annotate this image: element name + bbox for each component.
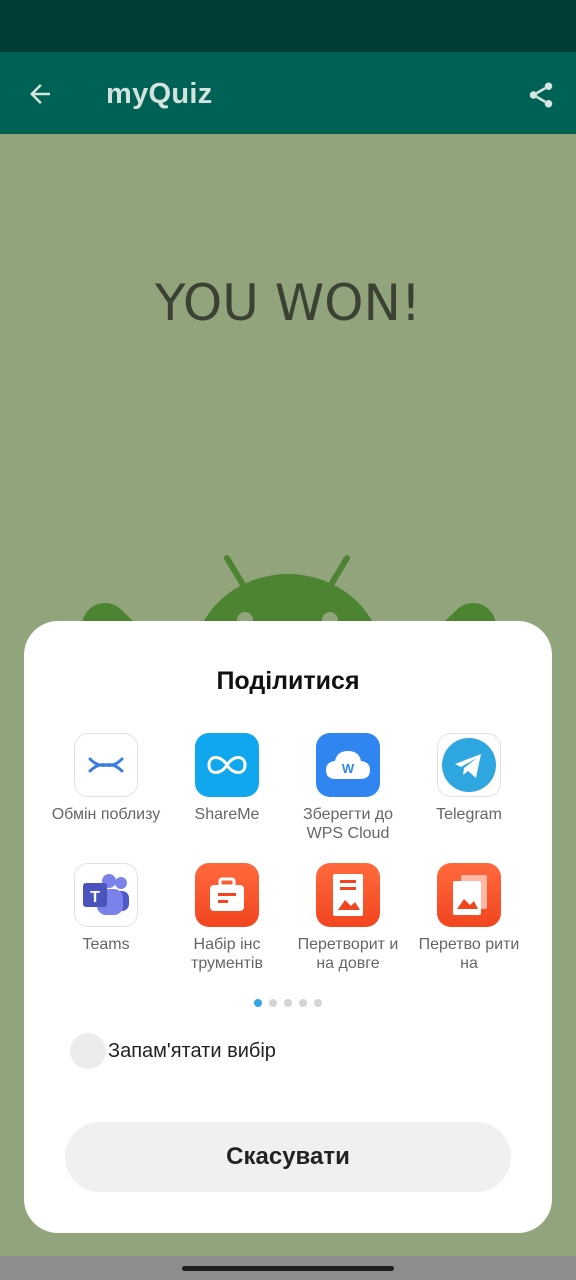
status-bar <box>0 0 576 52</box>
svg-text:W: W <box>342 761 355 776</box>
convert-image-icon <box>437 863 501 927</box>
share-app-toolbox[interactable]: Набір інс трументів <box>167 863 287 973</box>
share-app-teams[interactable]: T Teams <box>46 863 166 954</box>
share-button[interactable] <box>522 76 560 114</box>
svg-text:T: T <box>90 889 100 906</box>
shareme-icon <box>195 733 259 797</box>
share-app-telegram[interactable]: Telegram <box>409 733 529 824</box>
share-app-wps-cloud[interactable]: W Зберегти до WPS Cloud <box>288 733 408 843</box>
share-sheet-title: Поділитися <box>216 667 360 695</box>
home-gesture-handle[interactable] <box>182 1266 394 1271</box>
nearby-share-icon <box>74 733 138 797</box>
teams-icon: T <box>74 863 138 927</box>
telegram-icon <box>437 733 501 797</box>
app-bar: myQuiz <box>0 52 576 134</box>
page-indicator <box>24 999 552 1007</box>
page-dot[interactable] <box>284 999 292 1007</box>
remember-choice-checkbox[interactable] <box>70 1033 106 1069</box>
wps-cloud-icon: W <box>316 733 380 797</box>
share-app-nearby[interactable]: Обмін поблизу <box>46 733 166 824</box>
share-app-label: Teams <box>82 936 130 953</box>
share-app-label: ShareMe <box>194 806 260 823</box>
share-app-convert-image[interactable]: Перетво рити на <box>409 863 529 973</box>
cancel-button[interactable]: Скасувати <box>65 1122 511 1192</box>
remember-choice-row[interactable]: Запам'ятати вибір <box>70 1033 276 1069</box>
share-app-label: Обмін поблизу <box>51 806 161 823</box>
share-app-label: Telegram <box>436 806 502 823</box>
share-app-label: Перетво рити на <box>418 936 520 972</box>
share-app-label: Зберегти до WPS Cloud <box>302 806 394 842</box>
share-sheet: Поділитися Обмін поблизу ShareMe W Збере… <box>24 621 552 1233</box>
app-title: myQuiz <box>106 78 213 110</box>
arrow-back-icon <box>30 84 50 104</box>
page-dot[interactable] <box>254 999 262 1007</box>
share-icon <box>529 82 553 108</box>
long-image-icon <box>316 863 380 927</box>
remember-choice-label: Запам'ятати вибір <box>108 1039 276 1062</box>
headline: YOU WON! <box>155 274 421 332</box>
share-app-long-image[interactable]: Перетворит и на довге <box>288 863 408 973</box>
share-app-label: Перетворит и на довге <box>297 936 399 972</box>
share-app-shareme[interactable]: ShareMe <box>167 733 287 824</box>
share-app-label: Набір інс трументів <box>191 936 263 972</box>
page-dot[interactable] <box>269 999 277 1007</box>
page-dot[interactable] <box>314 999 322 1007</box>
toolbox-icon <box>195 863 259 927</box>
page-dot[interactable] <box>299 999 307 1007</box>
back-button[interactable] <box>22 76 58 112</box>
